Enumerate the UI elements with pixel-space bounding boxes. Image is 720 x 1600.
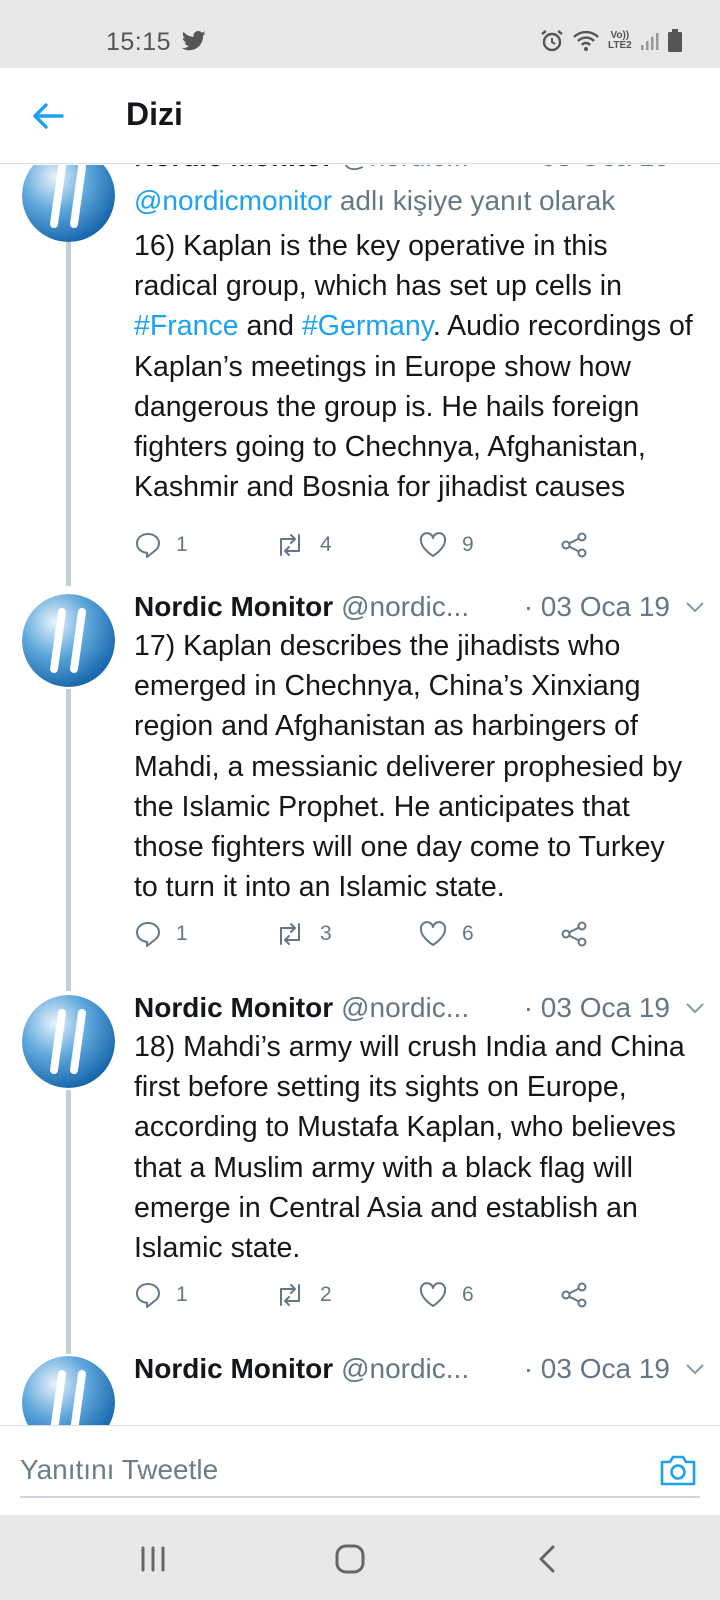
tweet-actions: 1 3 6 (134, 920, 634, 960)
like-button[interactable]: 6 (418, 920, 474, 948)
avatar[interactable] (22, 594, 115, 687)
thread-connector (66, 689, 71, 991)
tweet-header: Nordic Monitor @nordic... · 03 Oca 19 (134, 587, 706, 627)
heart-icon (419, 1282, 447, 1307)
share-button[interactable] (560, 1281, 588, 1309)
reply-context-text: adlı kişiye yanıt olarak (332, 185, 616, 216)
author-handle[interactable]: @nordic... (341, 1353, 469, 1385)
signal-icon (640, 33, 659, 50)
heart-icon (419, 921, 447, 946)
nordic-monitor-logo-icon (22, 995, 115, 1088)
reply-composer (0, 1425, 720, 1515)
like-button[interactable]: 9 (418, 531, 474, 559)
tweet-date[interactable]: · 03 Oca 19 (524, 992, 670, 1024)
retweet-button[interactable]: 2 (274, 1281, 332, 1309)
author-handle[interactable]: @nordic... (341, 165, 469, 173)
tweet-text: 17) Kaplan describes the jihadists who e… (134, 630, 683, 904)
tweet-text: 18) Mahdi’s army will crush India and Ch… (134, 1031, 685, 1265)
home-icon[interactable] (330, 1539, 370, 1579)
nordic-monitor-logo-icon (22, 165, 115, 242)
reply-icon (136, 1283, 160, 1308)
share-icon (561, 1282, 587, 1308)
tweet-header: Nordic Monitor @nordic... · 03 Oca 19 (134, 165, 706, 177)
author-name[interactable]: Nordic Monitor (134, 165, 333, 173)
chevron-down-icon[interactable] (684, 997, 706, 1019)
retweet-icon (280, 1284, 300, 1306)
chevron-down-icon[interactable] (684, 596, 706, 618)
back-icon[interactable] (528, 1539, 568, 1579)
camera-icon[interactable] (658, 1452, 698, 1488)
nordic-monitor-logo-icon (22, 1356, 115, 1425)
tweet-date[interactable]: · 03 Oca 19 (524, 591, 670, 623)
heart-icon (419, 532, 447, 557)
tweet-text: 16) Kaplan is the key operative in this … (134, 230, 693, 504)
author-name[interactable]: Nordic Monitor (134, 591, 333, 623)
retweet-icon (280, 534, 300, 556)
status-time: 15:15 (106, 28, 172, 56)
tweet-actions: 1 4 9 (134, 531, 634, 571)
retweet-icon (280, 923, 300, 945)
retweet-button[interactable]: 3 (274, 920, 332, 948)
thread-connector (66, 1090, 71, 1354)
lte-indicator: Vo)) LTE2 (608, 30, 632, 51)
tweet-actions: 1 2 6 (134, 1281, 634, 1321)
thread-timeline[interactable]: Nordic Monitor @nordic... · 03 Oca 19 @n… (0, 165, 720, 1425)
status-bar: 15:15 Vo)) LTE2 (0, 0, 720, 68)
status-icons: Vo)) LTE2 (540, 29, 682, 53)
tweet-date[interactable]: · 03 Oca 19 (524, 1353, 670, 1385)
alarm-icon (541, 30, 563, 52)
recents-icon[interactable] (133, 1539, 173, 1579)
author-name[interactable]: Nordic Monitor (134, 992, 333, 1024)
tweet-header: Nordic Monitor @nordic... · 03 Oca 19 (134, 1349, 706, 1389)
avatar[interactable] (22, 995, 115, 1088)
tweet-date[interactable]: · 03 Oca 19 (524, 165, 670, 173)
share-icon (561, 532, 587, 558)
reply-button[interactable]: 1 (134, 1281, 188, 1309)
reply-icon (136, 533, 160, 558)
reply-context: @nordicmonitor adlı kişiye yanıt olarak (134, 185, 615, 217)
arrow-left-icon[interactable] (28, 96, 68, 136)
retweet-button[interactable]: 4 (274, 531, 332, 559)
chevron-down-icon[interactable] (684, 1358, 706, 1380)
chevron-down-icon[interactable] (684, 165, 706, 168)
hashtag-link[interactable]: #Germany (302, 310, 433, 342)
share-button[interactable] (560, 920, 588, 948)
author-handle[interactable]: @nordic... (341, 992, 469, 1024)
app-bar: Dizi (0, 68, 720, 164)
page-title: Dizi (126, 96, 183, 132)
reply-button[interactable]: 1 (134, 531, 188, 559)
share-button[interactable] (560, 531, 588, 559)
share-icon (561, 921, 587, 947)
hashtag-link[interactable]: #France (134, 310, 239, 342)
wifi-icon (573, 30, 599, 51)
twitter-bird-icon (182, 31, 206, 51)
author-handle[interactable]: @nordic... (341, 591, 469, 623)
reply-mention-link[interactable]: @nordicmonitor (134, 185, 332, 216)
tweet-header: Nordic Monitor @nordic... · 03 Oca 19 (134, 988, 706, 1028)
battery-icon (667, 29, 682, 52)
author-name[interactable]: Nordic Monitor (134, 1353, 333, 1385)
thread-connector (66, 242, 71, 586)
avatar[interactable] (22, 1356, 115, 1425)
avatar[interactable] (22, 165, 115, 242)
reply-button[interactable]: 1 (134, 920, 188, 948)
nordic-monitor-logo-icon (22, 594, 115, 687)
like-button[interactable]: 6 (418, 1281, 474, 1309)
reply-icon (136, 922, 160, 947)
system-nav-bar (0, 1515, 720, 1600)
reply-input[interactable] (20, 1444, 700, 1498)
